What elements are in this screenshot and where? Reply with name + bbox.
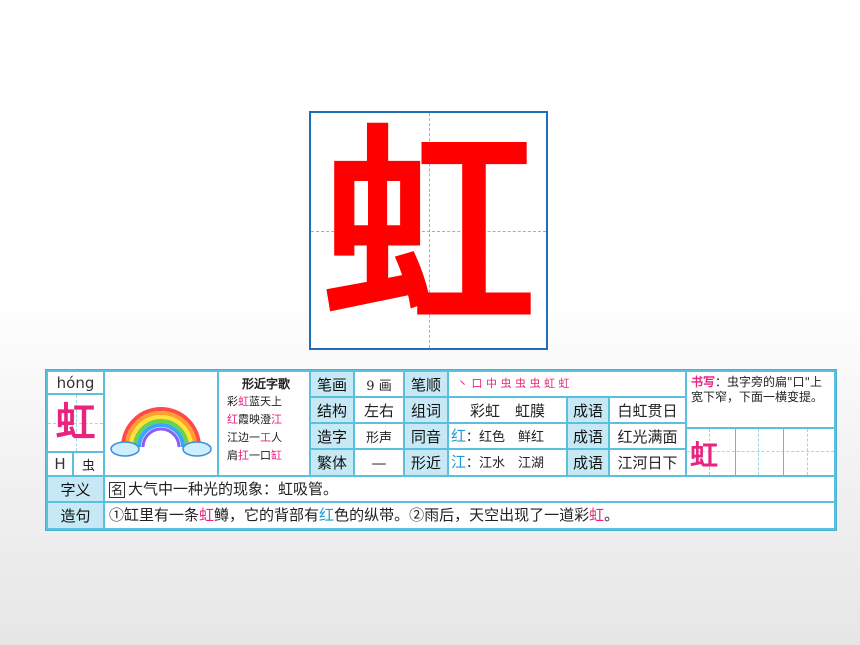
rainbow-image — [105, 372, 217, 475]
strokes-label: 笔画 — [311, 372, 353, 396]
similar-words: ：江水 江湖 — [466, 456, 545, 471]
pinyin: hóng — [48, 372, 103, 393]
sentence-segment: ①缸里有一条 — [109, 506, 200, 524]
homophone-words: ：红色 鲜红 — [466, 430, 545, 445]
order-label: 笔顺 — [405, 372, 447, 396]
method-value: 形声 — [355, 424, 403, 448]
sentence-segment: 。 — [604, 506, 620, 524]
method-label: 造字 — [311, 424, 353, 448]
song-segment: 工 — [260, 431, 271, 444]
small-character: 虹 — [55, 399, 96, 446]
similar-char: 江 — [451, 453, 467, 471]
strokes-value: 9 画 — [355, 372, 403, 396]
index-letter: H — [48, 453, 72, 475]
meaning-label: 字义 — [48, 477, 103, 501]
stroke-order: 丶 口 中 虫 虫 虫 虹 虹 — [449, 372, 685, 396]
meaning-text: 大气中一种光的现象：虹吸管。 — [128, 480, 339, 498]
writing-sample-char: 虹 — [690, 439, 719, 472]
radical: 虫 — [74, 453, 103, 475]
writing-label: 书写 — [691, 375, 716, 389]
similar-char-song: 形近字歌 彩虹蓝天上 红霞映澄江 江边一工人 肩扛一口缸 — [219, 372, 309, 475]
sentence-segment: 虹 — [199, 506, 215, 524]
idiom-2: 红光满面 — [610, 424, 685, 448]
song-segment: 缸 — [271, 449, 282, 462]
sentence-label: 造句 — [48, 503, 103, 528]
song-segment: 江边一 — [227, 431, 260, 444]
song-segment: 江 — [271, 413, 282, 426]
song-segment: 红 — [227, 413, 238, 426]
song-segment: 人 — [271, 431, 282, 444]
similar-value: 江：江水 江湖 — [449, 450, 566, 475]
song-line: 红霞映澄江 — [227, 411, 305, 429]
idiom-1: 白虹贯日 — [610, 398, 685, 422]
writing-tip: 书写：虫字旁的扁"口"上宽下窄，下面一横变提。 — [687, 372, 834, 427]
rainbow-icon — [110, 406, 212, 457]
meaning-tag: 名 — [109, 482, 126, 498]
words-label: 组词 — [405, 398, 447, 422]
homophone-label: 同音 — [405, 424, 447, 448]
character-info-card: hóng 虹 H 虫 形近字歌 彩虹蓝天上 红霞映澄江 江边一工人 肩扛一口缸 笔画 … — [45, 369, 837, 531]
small-char-box: 虹 — [48, 395, 103, 451]
homophone-char: 红 — [451, 427, 467, 445]
structure-label: 结构 — [311, 398, 353, 422]
meaning-row: 名大气中一种光的现象：虹吸管。 — [105, 477, 834, 501]
idiom-label-3: 成语 — [568, 450, 608, 475]
song-line: 江边一工人 — [227, 429, 305, 447]
homophone-value: 红：红色 鲜红 — [449, 424, 566, 448]
traditional-value: — — [355, 450, 403, 475]
song-line: 彩虹蓝天上 — [227, 393, 305, 411]
sentence-segment: 色的纵带。②雨后，天空出现了一道彩 — [334, 506, 590, 524]
song-segment: 一口 — [249, 449, 271, 462]
traditional-label: 繁体 — [311, 450, 353, 475]
idiom-label-1: 成语 — [568, 398, 608, 422]
sentence-segment: 红 — [319, 506, 335, 524]
example-sentence: ①缸里有一条虹鳟，它的背部有红色的纵带。②雨后，天空出现了一道彩虹。 — [105, 503, 834, 528]
idiom-3: 江河日下 — [610, 450, 685, 475]
song-lines: 彩虹蓝天上 红霞映澄江 江边一工人 肩扛一口缸 — [227, 393, 305, 465]
big-character: 虹 — [321, 104, 536, 356]
song-segment: 肩 — [227, 449, 238, 462]
sentence-segment: 虹 — [589, 506, 605, 524]
song-segment: 虹 — [238, 395, 249, 408]
idiom-label-2: 成语 — [568, 424, 608, 448]
song-segment: 蓝天上 — [249, 395, 282, 408]
writing-practice-grid: 虹 — [687, 429, 834, 475]
song-segment: 霞映澄 — [238, 413, 271, 426]
structure-value: 左右 — [355, 398, 403, 422]
words-value: 彩虹 虹膜 — [449, 398, 566, 422]
similar-label: 形近 — [405, 450, 447, 475]
song-title: 形近字歌 — [241, 377, 290, 391]
song-segment: 彩 — [227, 395, 238, 408]
sentence-segment: 鳟，它的背部有 — [214, 506, 320, 524]
song-segment: 扛 — [238, 449, 249, 462]
big-character-box: 虹 — [309, 111, 548, 350]
song-line: 肩扛一口缸 — [227, 447, 305, 465]
